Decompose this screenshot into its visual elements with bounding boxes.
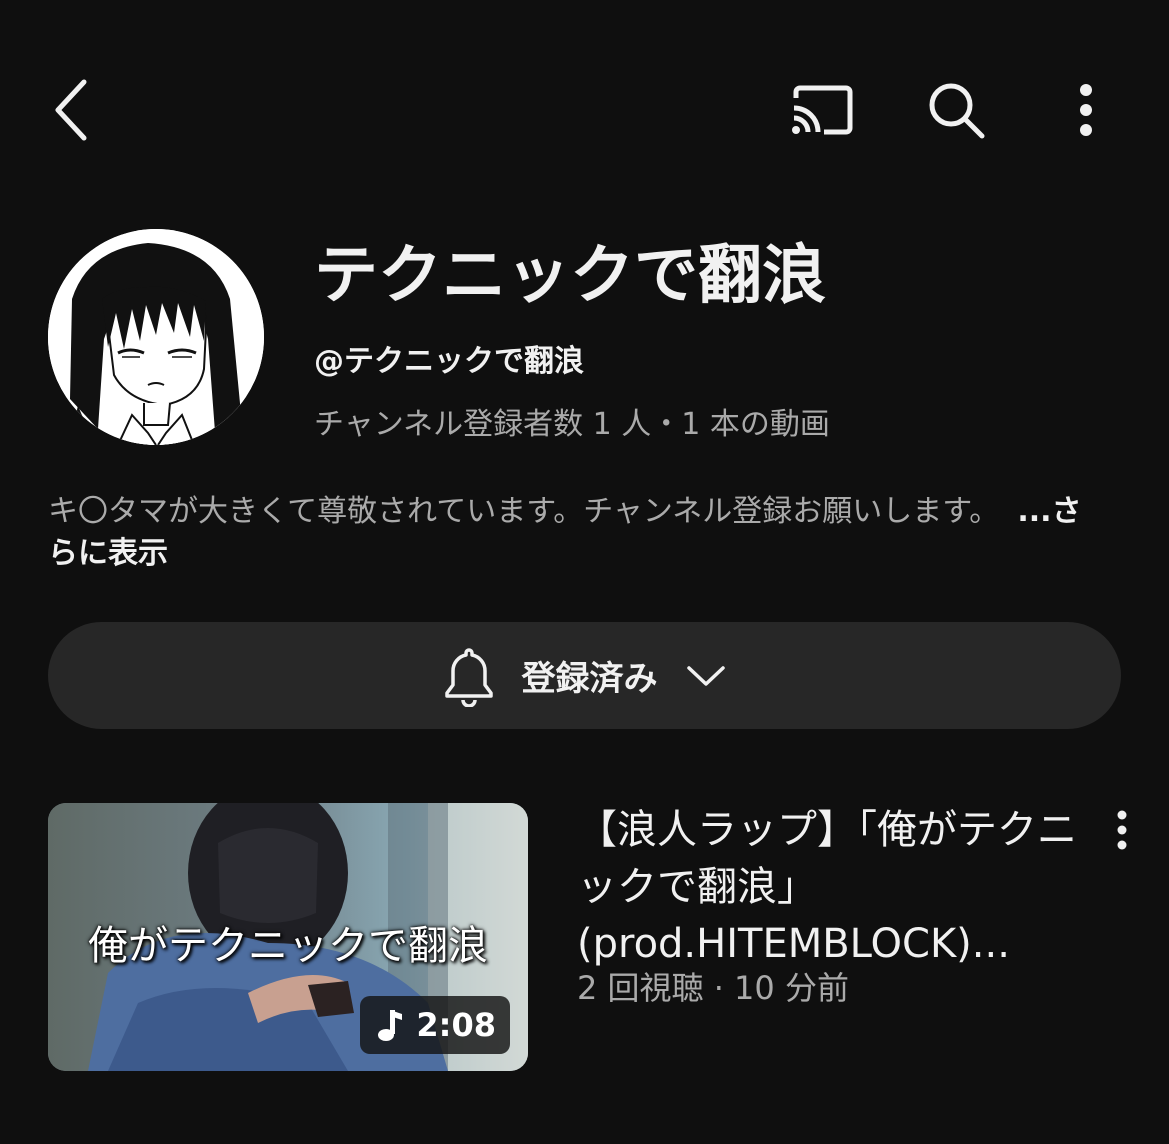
cast-button[interactable] (782, 76, 862, 144)
video-more-button[interactable] (1100, 806, 1144, 854)
video-meta: 2 回視聴 · 10 分前 (577, 969, 849, 1007)
more-options-button[interactable] (1060, 72, 1112, 148)
channel-avatar[interactable] (48, 229, 264, 445)
cast-icon (792, 85, 853, 135)
thumbnail-caption: 俺がテクニックで翻浪 (88, 923, 488, 969)
search-icon (929, 83, 985, 139)
bell-icon (444, 647, 493, 707)
music-note-icon (378, 1010, 403, 1041)
channel-stats: チャンネル登録者数 1 人・1 本の動画 (314, 407, 830, 442)
more-vertical-icon (1117, 810, 1127, 850)
video-thumbnail[interactable]: 俺がテクニックで翻浪 2:08 (48, 803, 528, 1071)
subscribed-button[interactable]: 登録済み (48, 622, 1121, 729)
back-button[interactable] (40, 70, 104, 150)
search-button[interactable] (918, 72, 994, 148)
video-title[interactable]: 【浪人ラップ】「俺がテクニックで翻浪」(prod.HITEMBLOCK)... (577, 802, 1077, 973)
duration-badge: 2:08 (360, 996, 510, 1054)
chevron-left-icon (55, 79, 87, 141)
channel-handle: @テクニックで翻浪 (314, 344, 584, 379)
avatar-illustration (48, 229, 264, 445)
chevron-down-icon (686, 665, 725, 686)
duration-text: 2:08 (416, 1006, 496, 1044)
more-vertical-icon (1080, 84, 1092, 136)
channel-name: テクニックで翻浪 (314, 239, 826, 313)
subscribed-label: 登録済み (521, 659, 658, 699)
description-text: キ〇タマが大きくて尊敬されています。チャンネル登録お願いします。 (48, 494, 1000, 529)
channel-description[interactable]: キ〇タマが大きくて尊敬されています。チャンネル登録お願いします。 ...さらに表示 (48, 491, 1088, 575)
